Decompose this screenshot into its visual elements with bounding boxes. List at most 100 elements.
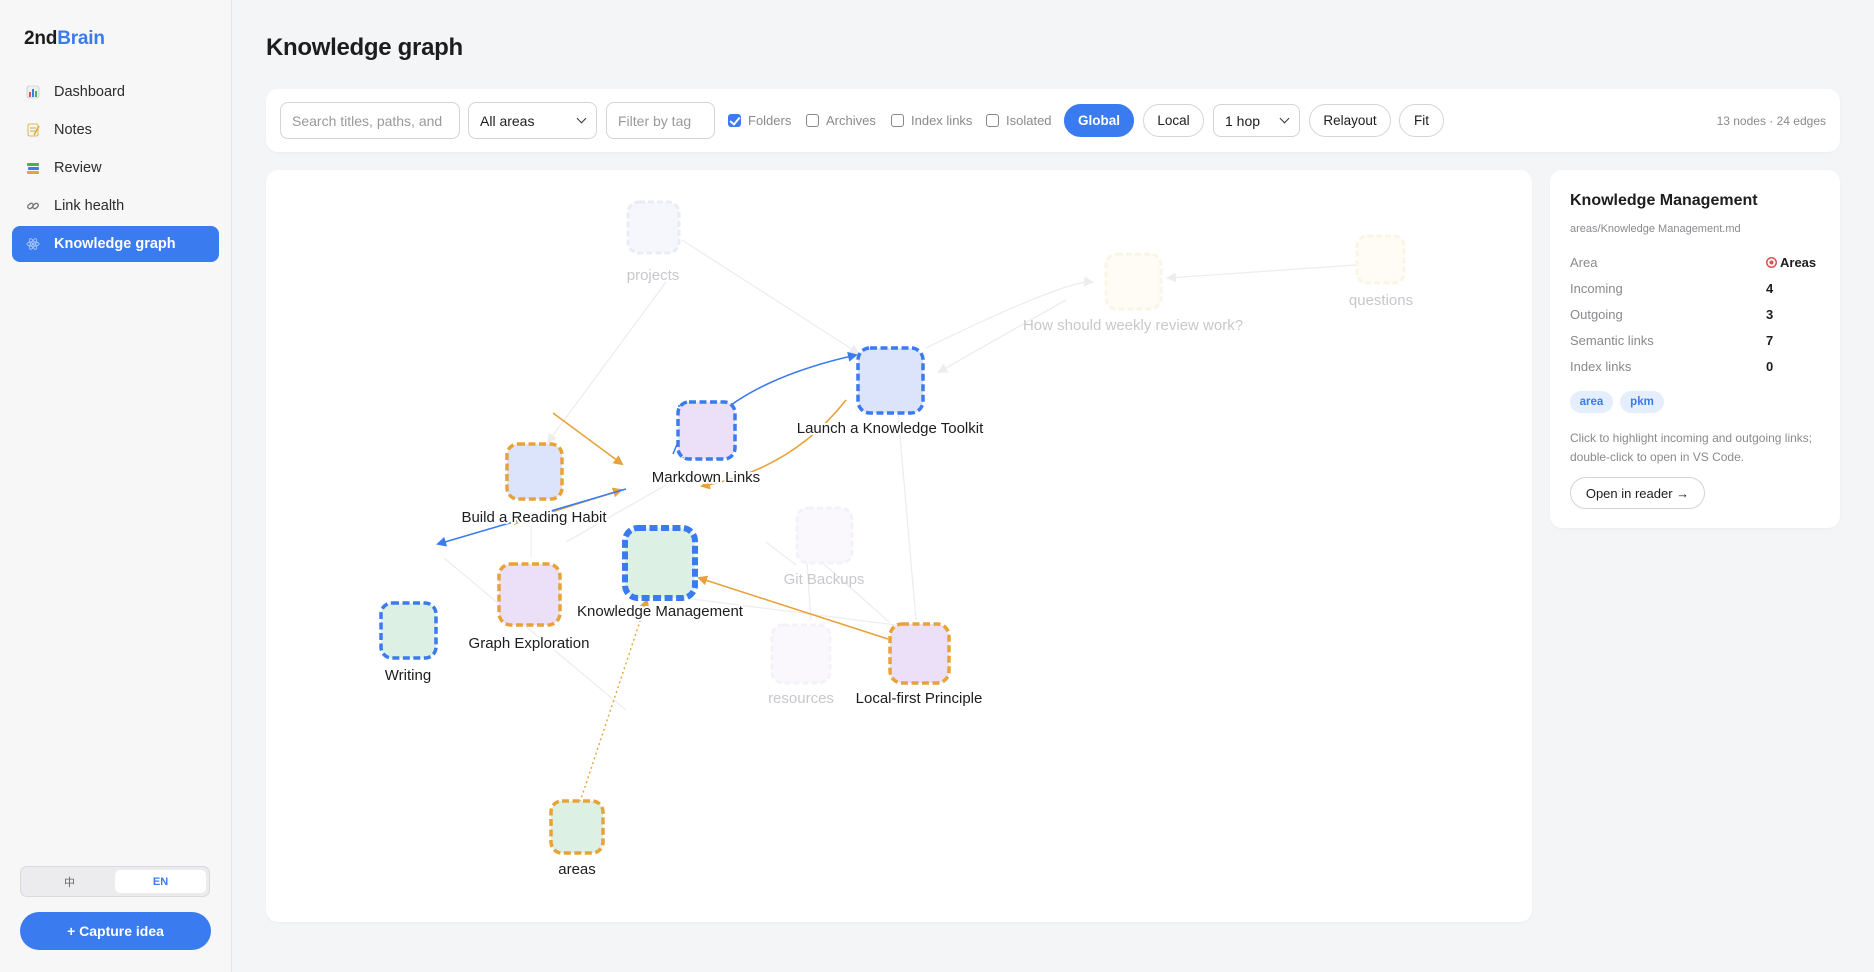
graph-node-writing[interactable]: Writing [379, 601, 438, 686]
sidebar-item-review[interactable]: Review [12, 150, 219, 186]
graph-node-resources[interactable]: resources [768, 623, 834, 707]
area-select[interactable]: All areas [468, 102, 597, 139]
graph-node-git-backups[interactable]: Git Backups [784, 506, 865, 588]
sidebar-item-knowledge-graph[interactable]: Knowledge graph [12, 226, 219, 262]
node-label: How should weekly review work? [1023, 317, 1243, 334]
graph-svg: projects How should weekly review work? … [379, 200, 1413, 880]
tag-chip[interactable]: pkm [1620, 391, 1664, 413]
relayout-button[interactable]: Relayout [1309, 104, 1391, 137]
node-label: Writing [385, 667, 431, 684]
sidebar-item-link-health[interactable]: Link health [12, 188, 219, 224]
sidebar-item-notes[interactable]: Notes [12, 112, 219, 148]
detail-row-semantic-links: Semantic links 7 [1570, 333, 1822, 348]
sidebar-nav: Dashboard Notes Review Link health Knowl… [12, 74, 219, 264]
detail-path: areas/Knowledge Management.md [1570, 223, 1741, 235]
graph-node-graph-exploration[interactable]: Graph Exploration [467, 562, 591, 654]
detail-row-incoming: Incoming 4 [1570, 281, 1822, 296]
sidebar-item-label: Review [54, 160, 102, 176]
edge [546, 281, 667, 444]
edge [765, 541, 797, 566]
checkbox-icon [891, 114, 904, 127]
graph-node-weekly-review[interactable]: How should weekly review work? [1023, 252, 1243, 334]
graph-node-local-first-principle[interactable]: Local-first Principle [854, 622, 984, 709]
tag-filter-placeholder: Filter by tag [618, 112, 692, 129]
detail-area-value: Areas [1780, 255, 1817, 270]
sidebar-item-label: Link health [54, 198, 125, 214]
detail-title: Knowledge Management [1570, 192, 1758, 209]
lang-en-button[interactable]: EN [115, 870, 206, 893]
detail-row-label: Incoming [1570, 281, 1623, 296]
node-label: Git Backups [784, 571, 865, 588]
node-label: questions [1349, 292, 1413, 309]
folders-checkbox[interactable]: Folders [728, 113, 791, 128]
edge [1166, 264, 1357, 283]
lang-zh-button[interactable]: 中 [24, 870, 115, 893]
edge [681, 239, 860, 355]
isolated-checkbox[interactable]: Isolated [986, 113, 1052, 128]
search-placeholder: Search titles, paths, and [292, 112, 443, 129]
hop-select-value: 1 hop [1225, 112, 1261, 129]
chevron-down-icon [576, 113, 587, 124]
graph-stats: 13 nodes · 24 edges [1716, 114, 1826, 128]
page-title: Knowledge graph [266, 34, 463, 61]
detail-row-value: 3 [1766, 307, 1774, 322]
sidebar-item-label: Dashboard [54, 84, 125, 100]
bar-chart-icon [26, 85, 40, 99]
hop-select[interactable]: 1 hop [1213, 104, 1300, 137]
brand-part2: Brain [57, 28, 105, 49]
sidebar-item-label: Knowledge graph [54, 236, 176, 252]
checkbox-checked-icon [728, 114, 741, 127]
tag-filter-input[interactable]: Filter by tag [606, 102, 715, 139]
detail-row-value: 4 [1766, 281, 1774, 296]
global-view-button[interactable]: Global [1064, 104, 1134, 137]
local-view-button[interactable]: Local [1143, 104, 1204, 137]
archives-label: Archives [826, 113, 876, 128]
graph-toolbar: Search titles, paths, and All areas Filt… [266, 89, 1840, 152]
graph-node-build-reading-habit[interactable]: Build a Reading Habit [459, 442, 609, 528]
graph-node-projects[interactable]: projects [626, 200, 681, 284]
brand-part1: 2nd [24, 28, 58, 49]
graph-node-markdown-links[interactable]: Markdown Links [650, 400, 762, 488]
detail-row-label: Outgoing [1570, 307, 1623, 322]
detail-hint: Click to highlight incoming and outgoing… [1570, 431, 1813, 464]
graph-node-launch-knowledge-toolkit[interactable]: Launch a Knowledge Toolkit [795, 346, 986, 439]
open-in-reader-button[interactable]: Open in reader → [1570, 477, 1705, 509]
index-links-checkbox[interactable]: Index links [891, 113, 972, 128]
edge [937, 299, 1067, 373]
sidebar-item-dashboard[interactable]: Dashboard [12, 74, 219, 110]
capture-idea-button[interactable]: + Capture idea [20, 912, 211, 950]
edge-brh-to-km [552, 412, 624, 466]
node-label: Markdown Links [652, 469, 760, 486]
fit-button[interactable]: Fit [1399, 104, 1444, 137]
detail-row-index-links: Index links 0 [1570, 359, 1822, 374]
language-toggle: 中 EN [20, 866, 210, 897]
isolated-label: Isolated [1006, 113, 1052, 128]
node-label: Graph Exploration [469, 635, 590, 652]
tag-chip[interactable]: area [1570, 391, 1613, 413]
detail-row-outgoing: Outgoing 3 [1570, 307, 1822, 322]
folders-label: Folders [748, 113, 792, 128]
node-label: projects [627, 267, 680, 284]
app-logo[interactable]: 2ndBrain [24, 28, 105, 50]
edge [925, 276, 1094, 349]
sidebar-item-label: Notes [54, 122, 92, 138]
search-input[interactable]: Search titles, paths, and [280, 102, 460, 139]
detail-row-area: Area Areas [1570, 255, 1822, 270]
detail-row-label: Area [1570, 255, 1598, 270]
dart-icon [1766, 257, 1777, 268]
index-links-label: Index links [911, 113, 973, 128]
graph-node-areas[interactable]: areas [549, 799, 605, 880]
node-label: Local-first Principle [856, 690, 983, 707]
node-label: Launch a Knowledge Toolkit [797, 420, 984, 437]
graph-node-questions[interactable]: questions [1349, 234, 1413, 309]
sidebar: 2ndBrain Dashboard Notes Review Link hea… [0, 0, 232, 972]
atom-icon [26, 237, 40, 251]
graph-canvas[interactable]: projects How should weekly review work? … [266, 170, 1532, 922]
node-label: Knowledge Management [577, 603, 744, 620]
graph-node-knowledge-management[interactable]: Knowledge Management [575, 525, 746, 622]
node-label: resources [768, 690, 834, 707]
detail-row-label: Index links [1570, 359, 1632, 374]
archives-checkbox[interactable]: Archives [806, 113, 876, 128]
detail-row-value: 0 [1766, 359, 1774, 374]
memo-icon [26, 123, 40, 137]
